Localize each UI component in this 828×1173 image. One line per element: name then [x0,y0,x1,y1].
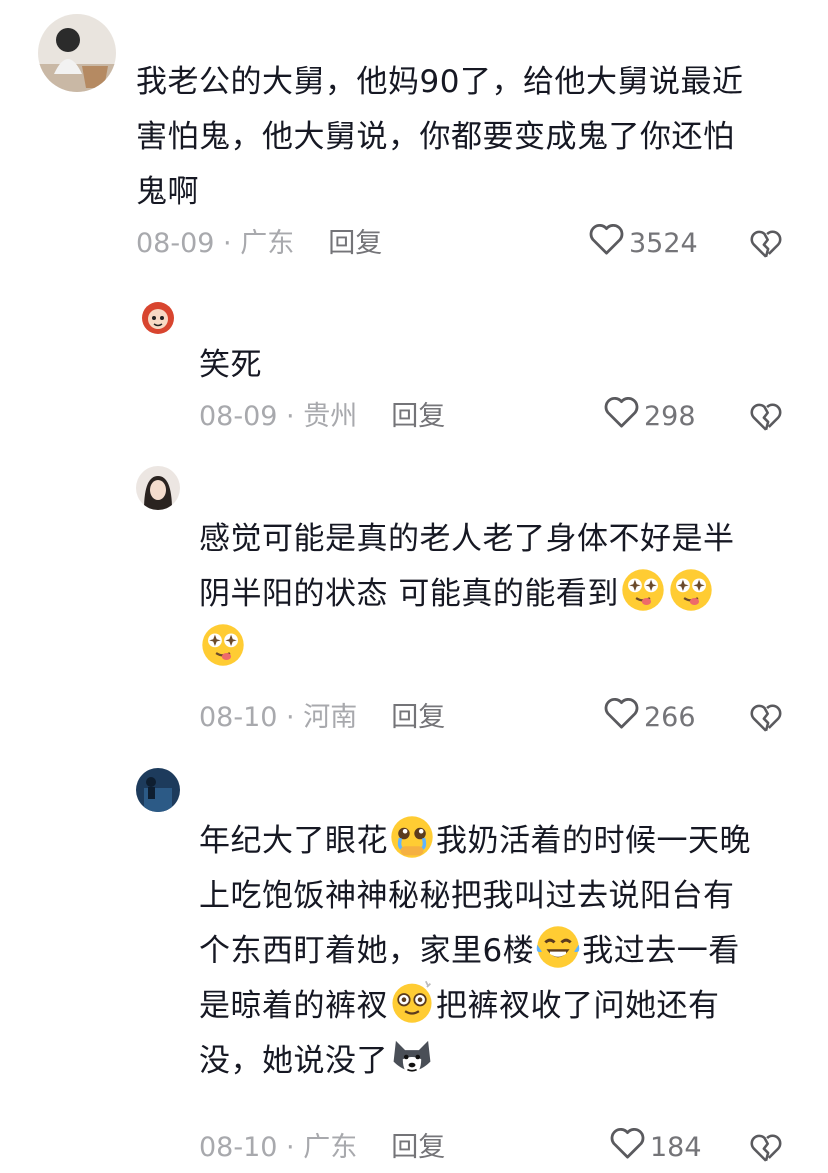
broken-heart-icon [749,227,783,261]
comment-item: 我老公的大舅，他妈90了，给他大舅说最近 害怕鬼，他大舅说，你都要变成鬼了你还怕… [0,0,828,280]
reply-item: 感觉可能是真的老人老了身体不好是半 阴半阳的状态 可能真的能看到 08-10 ·… [0,450,828,750]
like-button[interactable]: 3524 [588,223,698,264]
comment-location: 广东 [240,228,295,259]
reply-button[interactable]: 回复 [391,702,445,733]
comment-date: 08-10 [199,702,278,733]
broken-heart-icon [749,1131,783,1165]
comment-meta: 08-09 · 贵州 回复 [199,397,445,437]
like-count: 184 [650,1132,702,1163]
star-eyes-tongue-emoji [668,567,714,613]
reply-button[interactable]: 回复 [328,228,382,259]
like-button[interactable]: 184 [609,1127,702,1168]
avatar[interactable] [136,466,180,510]
comment-meta: 08-10 · 河南 回复 [199,698,445,738]
comment-text: 我老公的大舅，他妈90了，给他大舅说最近 害怕鬼，他大舅说，你都要变成鬼了你还怕… [136,64,744,210]
comment-location: 贵州 [303,401,358,432]
heart-outline-icon [603,394,644,441]
comment-date: 08-10 [199,1132,278,1163]
comment-date: 08-09 [199,401,278,432]
like-count: 266 [644,702,696,733]
like-button[interactable]: 266 [603,697,696,738]
dizzy-face-emoji [389,979,435,1025]
dislike-button[interactable] [749,1131,783,1165]
star-eyes-tongue-emoji [200,622,246,668]
like-button[interactable]: 298 [603,396,696,437]
laughing-crying-emoji [535,924,581,970]
comment-date: 08-09 [136,228,215,259]
avatar[interactable] [136,294,180,338]
reply-button[interactable]: 回复 [391,401,445,432]
reply-item: 笑死 08-09 · 贵州 回复 298 [0,280,828,450]
dislike-button[interactable] [749,227,783,261]
broken-heart-icon [749,400,783,434]
avatar[interactable] [38,14,116,92]
broken-heart-icon [749,701,783,735]
dislike-button[interactable] [749,701,783,735]
heart-outline-icon [588,221,629,268]
heart-outline-icon [603,695,644,742]
heart-outline-icon [609,1125,650,1172]
meta-separator: · [214,228,241,259]
meta-separator: · [277,401,304,432]
reply-item: 年纪大了眼花 我奶活着的时候一天晚 上吃饱饭神神秘秘把我叫过去说阳台有 个东西盯着… [0,750,828,1173]
comment-meta: 08-09 · 广东 回复 [136,224,382,264]
comment-location: 河南 [303,702,358,733]
like-count: 3524 [629,228,698,259]
comment-text: 感觉可能是真的老人老了身体不好是半 阴半阳的状态 可能真的能看到 [199,512,735,677]
star-eyes-tongue-emoji [620,567,666,613]
comment-text: 笑死 [199,347,262,383]
comment-text: 年纪大了眼花 我奶活着的时候一天晚 上吃饱饭神神秘秘把我叫过去说阳台有 个东西盯着… [199,814,751,1089]
meta-separator: · [277,702,304,733]
meta-separator: · [277,1132,304,1163]
pleading-face-emoji [389,814,435,860]
comment-meta: 08-10 · 广东 回复 [199,1128,445,1168]
like-count: 298 [644,401,696,432]
avatar[interactable] [136,768,180,812]
dislike-button[interactable] [749,400,783,434]
husky-doge-emoji [389,1034,435,1080]
comment-location: 广东 [303,1132,358,1163]
reply-button[interactable]: 回复 [391,1132,445,1163]
